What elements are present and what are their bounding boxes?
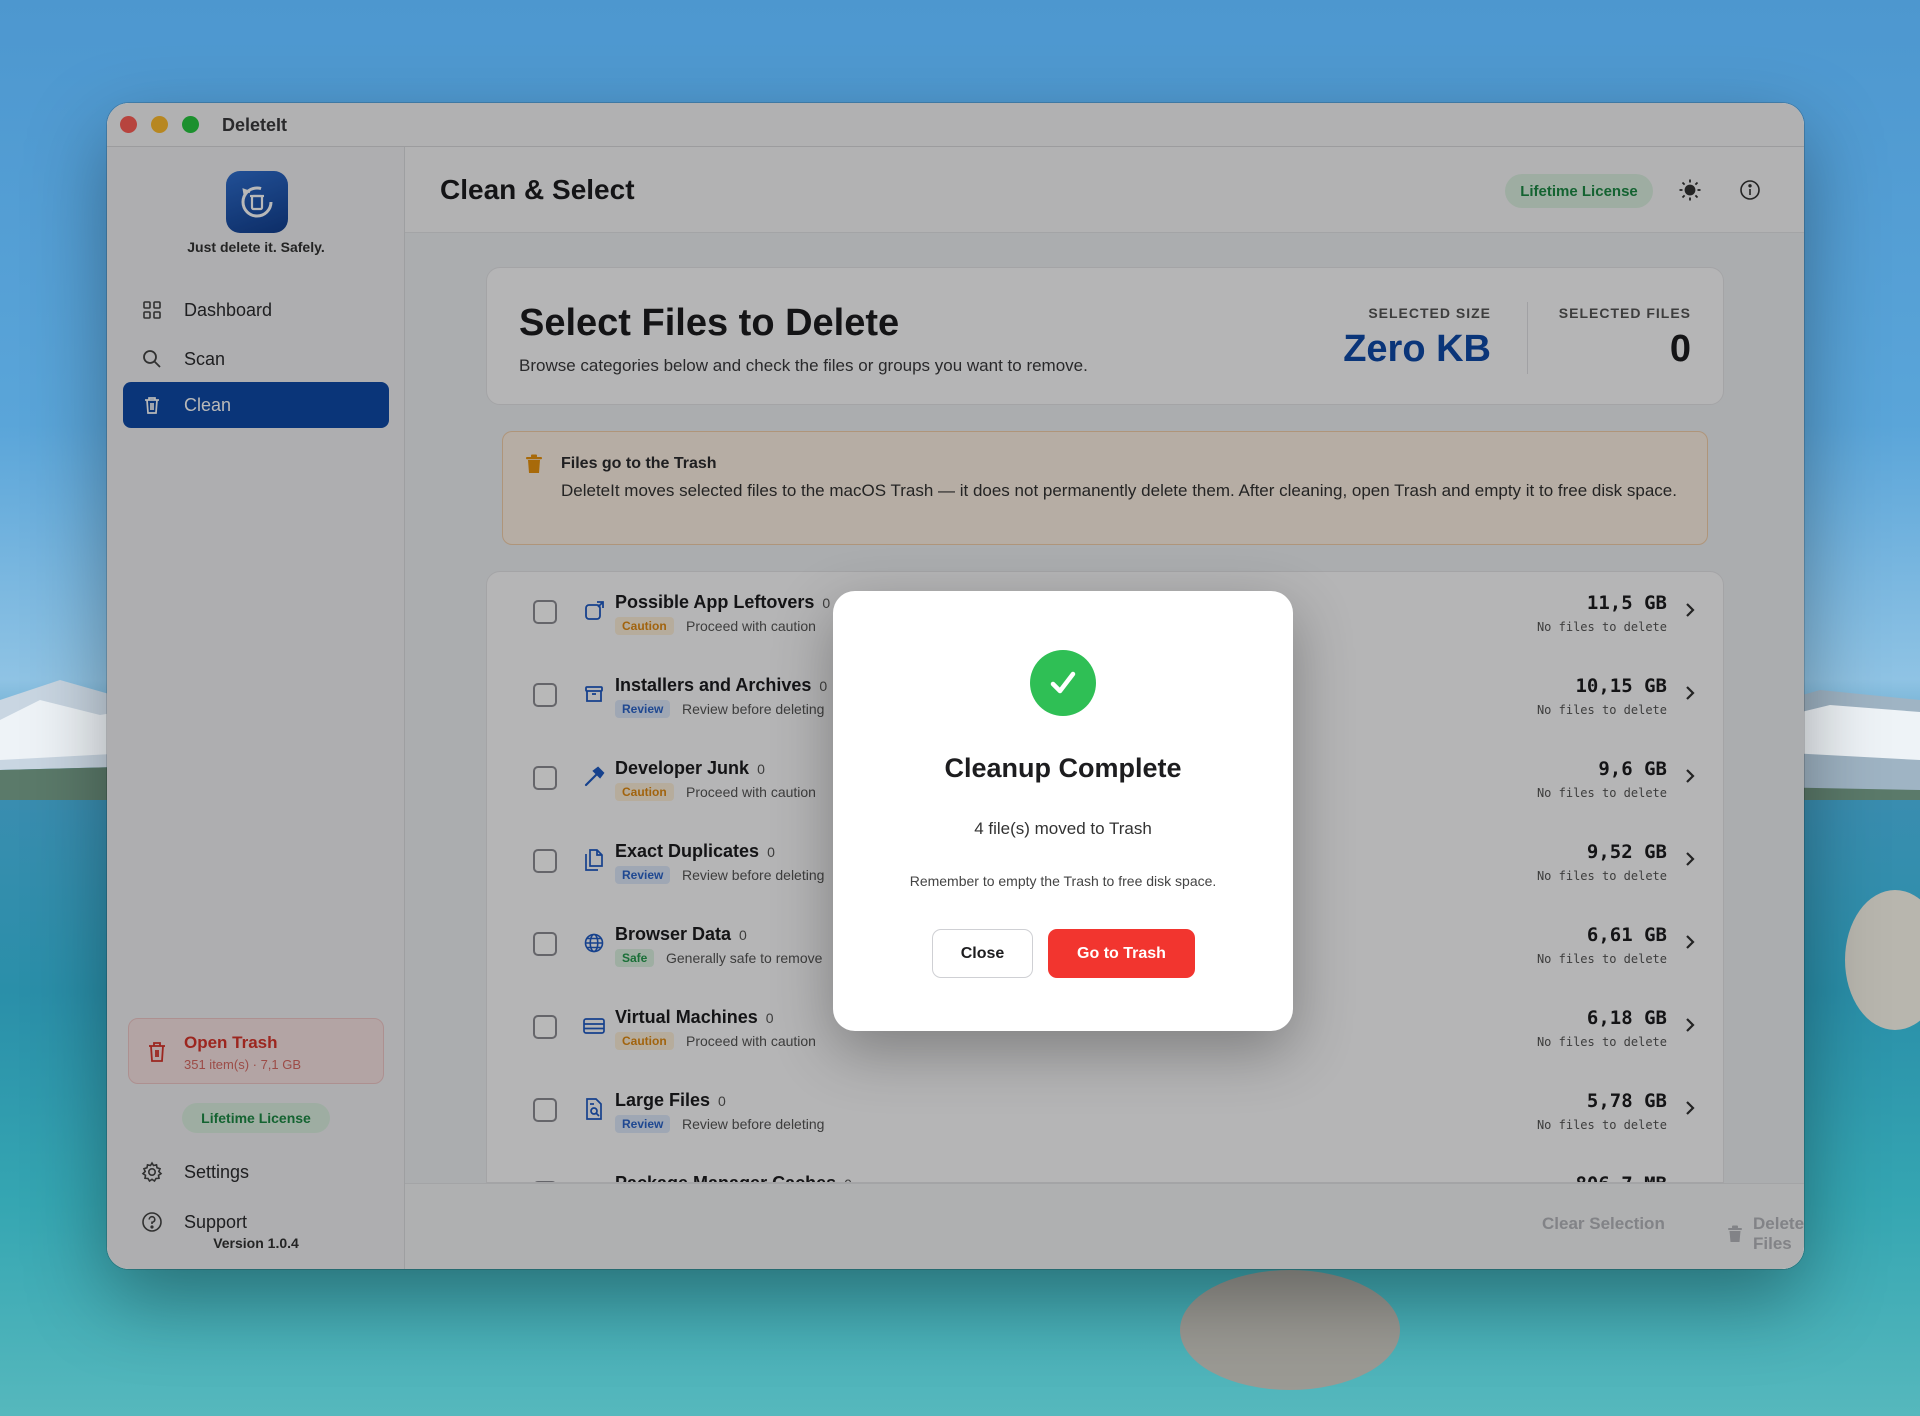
checkmark-icon: [1030, 650, 1096, 716]
close-button[interactable]: Close: [932, 929, 1033, 978]
dialog-title: Cleanup Complete: [944, 753, 1182, 783]
go-to-trash-button[interactable]: Go to Trash: [1048, 929, 1195, 978]
cleanup-complete-dialog: Cleanup Complete 4 file(s) moved to Tras…: [833, 591, 1293, 1031]
app-window: DeleteIt Just delete it. Safely. Dashboa…: [107, 103, 1804, 1269]
dialog-hint: Remember to empty the Trash to free disk…: [909, 873, 1217, 889]
dialog-message: 4 file(s) moved to Trash: [974, 819, 1152, 838]
